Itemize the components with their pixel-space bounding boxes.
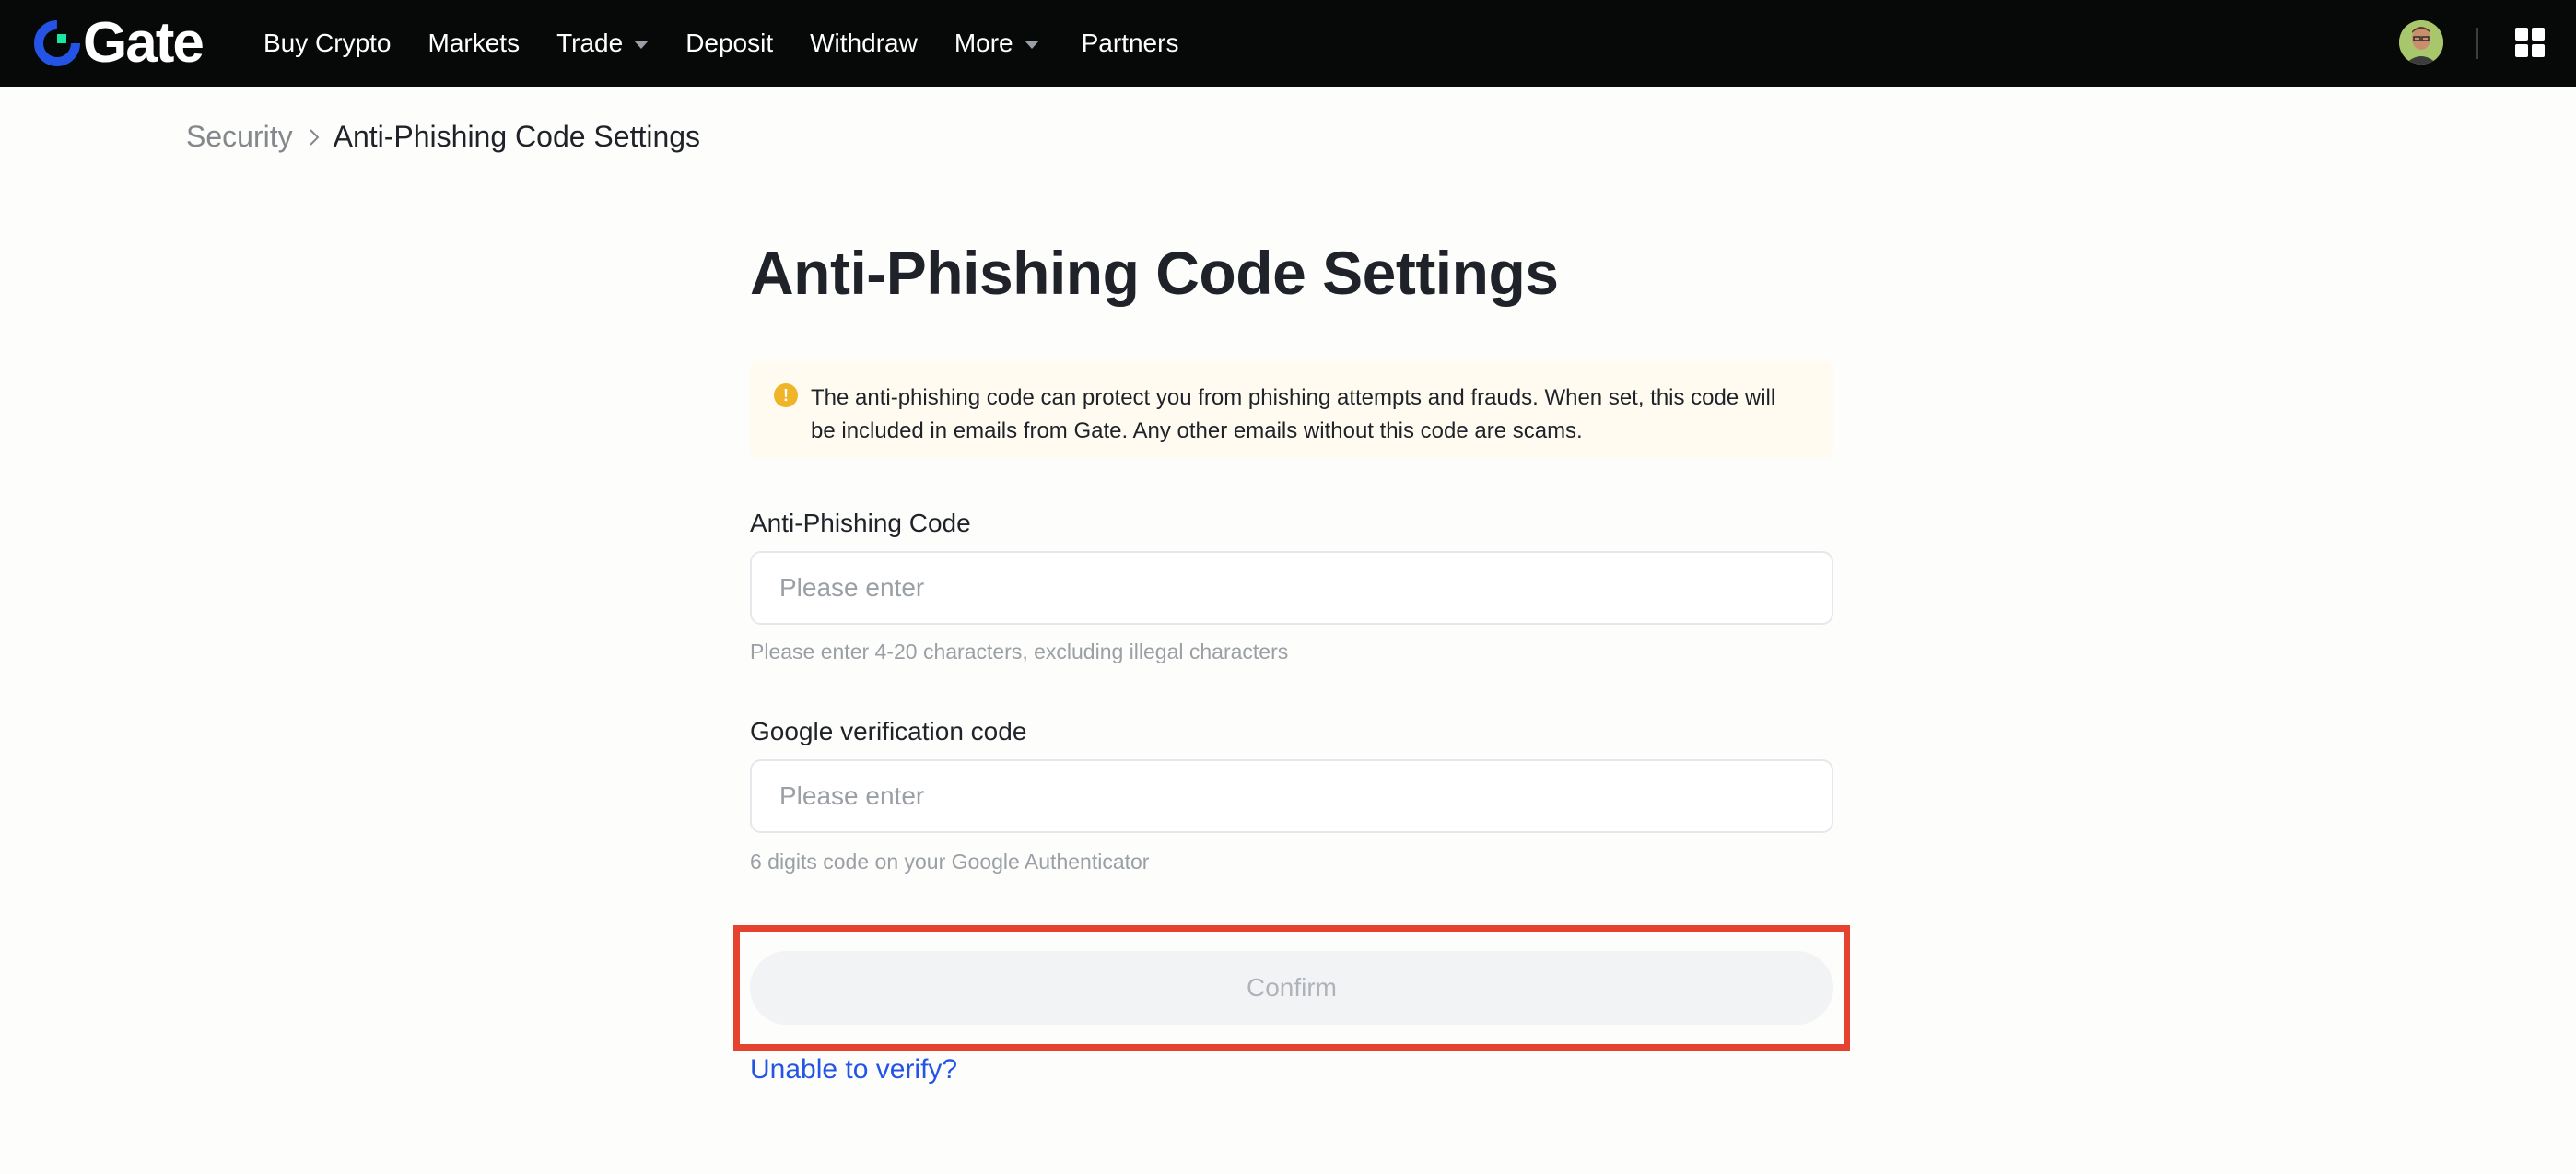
caret-down-icon	[634, 40, 650, 49]
nav-markets[interactable]: Markets	[428, 29, 521, 58]
nav-buy-crypto[interactable]: Buy Crypto	[263, 29, 392, 58]
nav-label: Partners	[1081, 29, 1179, 57]
apps-grid-icon[interactable]	[2515, 28, 2545, 57]
chevron-right-icon	[308, 127, 321, 147]
breadcrumb-security-link[interactable]: Security	[186, 120, 293, 154]
anti-phishing-code-input[interactable]	[750, 551, 1833, 625]
nav-label: More	[954, 29, 1013, 57]
google-verification-code-input[interactable]	[750, 759, 1833, 833]
unable-to-verify-link[interactable]: Unable to verify?	[750, 1054, 957, 1086]
gate-logo-icon	[34, 20, 80, 66]
anti-phishing-code-hint: Please enter 4-20 characters, excluding …	[750, 640, 1289, 663]
page-title: Anti-Phishing Code Settings	[750, 239, 1559, 307]
nav-withdraw[interactable]: Withdraw	[810, 29, 918, 58]
caret-down-icon	[1024, 40, 1039, 49]
breadcrumb-current: Anti-Phishing Code Settings	[333, 120, 701, 153]
notice-text: The anti-phishing code can protect you f…	[811, 385, 1776, 443]
google-verification-code-hint: 6 digits code on your Google Authenticat…	[750, 850, 1150, 874]
nav-divider	[2476, 28, 2478, 59]
logo-text: Gate	[83, 11, 205, 75]
nav-trade[interactable]: Trade	[556, 29, 650, 58]
warning-icon: !	[774, 383, 798, 407]
breadcrumb: Security Anti-Phishing Code Settings	[186, 120, 700, 154]
avatar[interactable]	[2399, 20, 2443, 65]
nav-label: Markets	[427, 29, 521, 57]
user-avatar-icon	[2399, 20, 2443, 65]
nav-label: Buy Crypto	[263, 29, 392, 57]
nav-partners[interactable]: Partners	[1082, 29, 1179, 58]
nav-label: Withdraw	[810, 29, 918, 57]
google-verification-code-label: Google verification code	[750, 717, 1027, 745]
main-nav: Buy Crypto Markets Trade Deposit Withdra…	[263, 0, 1215, 87]
nav-label: Deposit	[685, 29, 774, 57]
nav-label: Trade	[556, 29, 624, 57]
top-navigation-bar: Gate Buy Crypto Markets Trade Deposit Wi…	[0, 0, 2576, 87]
confirm-button[interactable]: Confirm	[750, 951, 1833, 1025]
anti-phishing-code-label: Anti-Phishing Code	[750, 509, 971, 537]
nav-more[interactable]: More	[954, 29, 1039, 58]
nav-deposit[interactable]: Deposit	[685, 29, 773, 58]
info-notice: ! The anti-phishing code can protect you…	[750, 361, 1833, 459]
gate-logo[interactable]: Gate	[33, 11, 205, 75]
